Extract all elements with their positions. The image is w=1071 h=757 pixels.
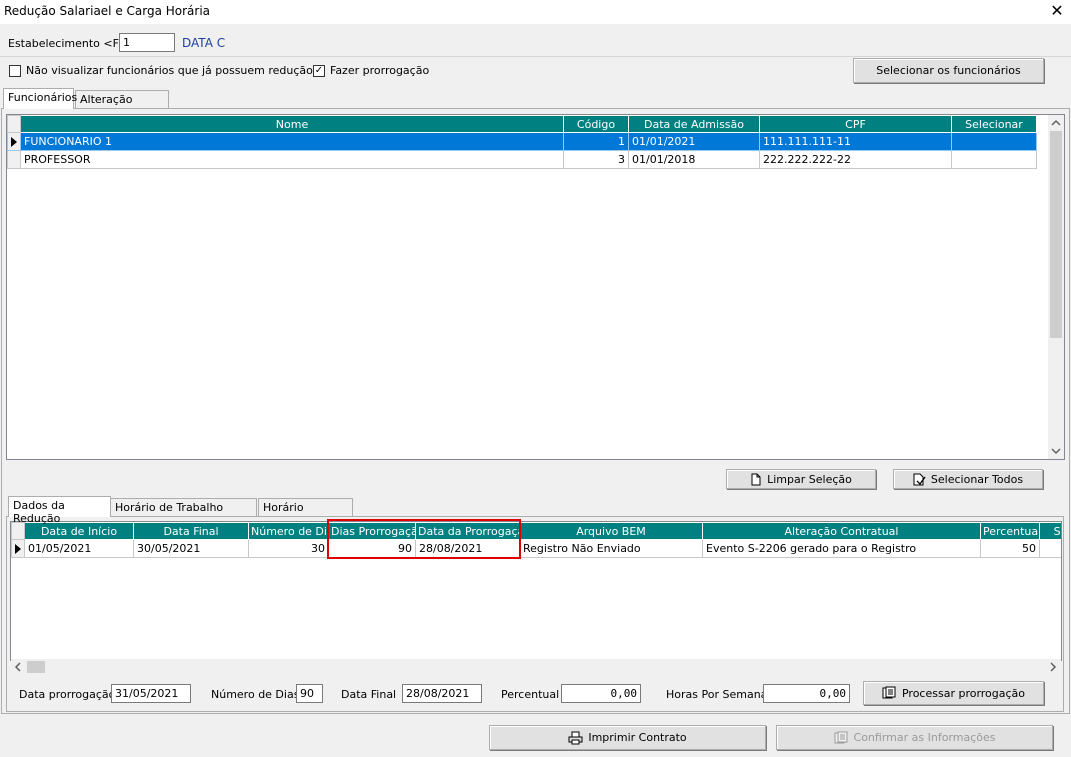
col-percentual[interactable]: Percentual (980, 522, 1040, 540)
cell-alteracao-contratual[interactable]: Evento S-2206 gerado para o Registro (702, 539, 981, 558)
cell-selecionar[interactable] (951, 150, 1037, 169)
prorrogacao-label: Fazer prorrogação (330, 64, 430, 77)
cell-nome[interactable]: PROFESSOR (20, 150, 564, 169)
cell-selecionar[interactable] (951, 132, 1037, 151)
select-all-label: Selecionar Todos (930, 472, 1024, 486)
estab-label: Estabelecimento <F8> (8, 37, 136, 50)
estab-input[interactable]: 1 (119, 33, 175, 52)
tab-horario-individual[interactable]: Horário Individual (258, 498, 353, 527)
col-data-final[interactable]: Data Final (133, 522, 249, 540)
numero-dias-label: Número de Dias (211, 688, 300, 701)
col-codigo[interactable]: Código (563, 115, 629, 133)
cell-arquivo-bem[interactable]: Registro Não Enviado (519, 539, 703, 558)
confirm-label: Confirmar as Informações (853, 731, 996, 744)
table-row[interactable]: PROFESSOR 3 01/01/2018 222.222.222-22 (7, 150, 1037, 169)
clear-selection-button[interactable]: Limpar Seleção (726, 469, 876, 489)
col-se[interactable]: Se (1039, 522, 1061, 540)
percentual-input[interactable]: 0,00 (561, 684, 641, 703)
data-final-input[interactable]: 28/08/2021 (402, 684, 482, 703)
scroll-left-icon[interactable] (12, 661, 24, 673)
col-admissao[interactable]: Data de Admissão (628, 115, 760, 133)
divider (0, 56, 1071, 57)
cell-codigo[interactable]: 1 (563, 132, 629, 151)
checked-page-icon (913, 473, 926, 486)
page-icon (750, 473, 762, 486)
cell-dias[interactable]: 30 (248, 539, 329, 558)
scroll-right-icon[interactable] (1047, 661, 1059, 673)
clear-selection-label: Limpar Seleção (767, 472, 852, 486)
close-icon[interactable]: ✕ (1048, 2, 1066, 20)
print-contract-button[interactable]: Imprimir Contrato (489, 725, 766, 750)
process-label: Processar prorrogação (901, 686, 1026, 700)
col-cpf[interactable]: CPF (759, 115, 952, 133)
cell-inicio[interactable]: 01/05/2021 (24, 539, 134, 558)
horizontal-scrollbar[interactable] (11, 659, 1061, 675)
prorrogacao-checkbox[interactable]: ✓ (313, 65, 325, 77)
highlight-box (327, 519, 521, 559)
employees-grid: Nome Código Data de Admissão CPF Selecio… (6, 114, 1065, 460)
select-employees-button[interactable]: Selecionar os funcionários (853, 58, 1044, 83)
horas-label: Horas Por Semana (666, 688, 768, 701)
scroll-up-icon[interactable] (1050, 117, 1062, 129)
row-indicator-icon (11, 539, 25, 558)
data-final-label: Data Final (341, 688, 397, 701)
printer-icon (568, 731, 583, 745)
reduction-grid: Data de Início Data Final Número de Dias… (10, 521, 1062, 661)
no-view-label: Não visualizar funcionários que já possu… (26, 64, 313, 77)
cell-codigo[interactable]: 3 (563, 150, 629, 169)
cell-nome[interactable]: FUNCIONARIO 1 (20, 132, 564, 151)
no-view-checkbox[interactable] (9, 65, 21, 77)
select-all-button[interactable]: Selecionar Todos (893, 469, 1043, 489)
table-row[interactable]: 01/05/2021 30/05/2021 30 90 28/08/2021 R… (11, 539, 1061, 558)
confirm-icon (834, 731, 849, 745)
cell-percentual[interactable]: 50 (980, 539, 1040, 558)
data-prorrogacao-label: Data prorrogação (19, 688, 116, 701)
cell-final[interactable]: 30/05/2021 (133, 539, 249, 558)
scroll-down-icon[interactable] (1050, 445, 1062, 457)
estab-name: DATA C (182, 36, 226, 50)
scroll-thumb[interactable] (1050, 131, 1062, 338)
col-arquivo-bem[interactable]: Arquivo BEM (519, 522, 703, 540)
process-icon (882, 686, 897, 700)
process-button[interactable]: Processar prorrogação (863, 681, 1044, 705)
confirm-button[interactable]: Confirmar as Informações (776, 725, 1053, 750)
cell-admissao[interactable]: 01/01/2018 (628, 150, 760, 169)
cell-cpf[interactable]: 111.111.111-11 (759, 132, 952, 151)
tab-dados-reducao[interactable]: Dados da Redução (8, 496, 111, 525)
col-numero-dias[interactable]: Número de Dias (248, 522, 329, 540)
col-data-inicio[interactable]: Data de Início (24, 522, 134, 540)
tab-horario-coletivo[interactable]: Horário de Trabalho Coletivo (110, 498, 257, 527)
tab-funcionarios[interactable]: Funcionários (3, 88, 77, 109)
table-row[interactable]: FUNCIONARIO 1 1 01/01/2021 111.111.111-1… (7, 132, 1037, 151)
horas-input[interactable]: 0,00 (763, 684, 850, 703)
cell-admissao[interactable]: 01/01/2021 (628, 132, 760, 151)
numero-dias-input[interactable]: 90 (296, 684, 323, 703)
window-title: Redução Salariael e Carga Horária (4, 4, 211, 18)
hscroll-thumb[interactable] (27, 661, 45, 673)
col-nome[interactable]: Nome (20, 115, 564, 133)
col-alteracao-contratual[interactable]: Alteração Contratual (702, 522, 981, 540)
cell-se[interactable] (1039, 539, 1061, 558)
row-indicator-icon (7, 132, 21, 151)
col-selecionar[interactable]: Selecionar (951, 115, 1037, 133)
data-prorrogacao-input[interactable]: 31/05/2021 (111, 684, 191, 703)
cell-cpf[interactable]: 222.222.222-22 (759, 150, 952, 169)
percentual-label: Percentual (501, 688, 560, 701)
tab-alteracao-salarial[interactable]: Alteração Salarial (75, 90, 169, 119)
print-contract-label: Imprimir Contrato (588, 731, 687, 744)
